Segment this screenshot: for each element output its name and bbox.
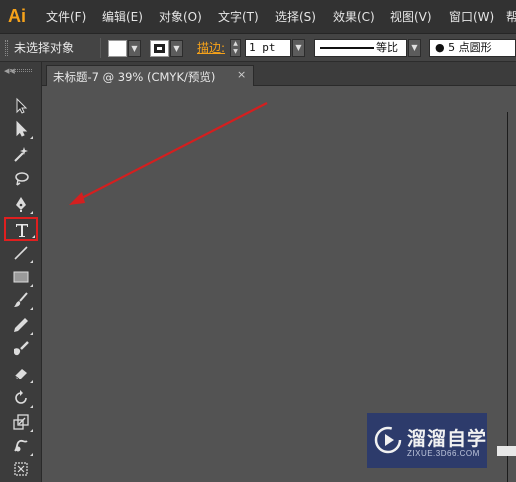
control-bar-grip[interactable] (5, 40, 8, 56)
app-logo: Ai (8, 6, 26, 26)
play-logo-icon (374, 426, 402, 454)
line-segment-tool[interactable] (8, 242, 34, 264)
stroke-profile-label: 等比 (376, 41, 398, 54)
tools-panel-grip[interactable] (10, 69, 32, 72)
scale-tool[interactable] (8, 411, 34, 433)
stroke-label[interactable]: 描边: (197, 39, 225, 56)
more-tools-indicator (30, 211, 33, 214)
selection-status: 未选择对象 (14, 41, 75, 55)
more-tools-indicator (30, 307, 33, 310)
stroke-color-swatch[interactable] (150, 40, 169, 57)
more-tools-indicator (30, 332, 33, 335)
rotate-tool-icon (15, 390, 27, 404)
more-tools-indicator (30, 405, 33, 408)
more-tools-indicator (30, 380, 33, 383)
magic-wand-tool[interactable] (8, 143, 34, 165)
pencil-tool[interactable] (8, 314, 34, 336)
scrollbar-fragment[interactable] (497, 446, 516, 456)
more-tools-indicator (30, 284, 33, 287)
eraser-tool[interactable] (8, 362, 34, 384)
divider (100, 38, 101, 58)
magic-wand-tool-icon (14, 147, 28, 162)
blob-brush-tool[interactable] (8, 338, 34, 360)
document-tab-label: 未标题-7 @ 39% (CMYK/预览) (53, 70, 216, 84)
blob-brush-tool-icon (14, 341, 29, 356)
stroke-dropdown-icon[interactable]: ▼ (170, 40, 183, 57)
stroke-profile-select[interactable]: 等比 (314, 39, 407, 57)
menu-effect[interactable]: 效果(C) (333, 8, 375, 26)
stroke-profile-dropdown-icon[interactable]: ▼ (408, 39, 421, 57)
menu-view[interactable]: 视图(V) (390, 8, 432, 26)
eraser-tool-icon (14, 369, 27, 380)
paintbrush-tool-icon (14, 292, 28, 307)
direct-selection-tool-icon (16, 120, 28, 137)
menu-help[interactable]: 帮 (506, 8, 516, 26)
more-tools-indicator (30, 453, 33, 456)
fill-color-swatch[interactable] (108, 40, 127, 57)
warp-tool[interactable] (8, 435, 34, 457)
watermark: 溜溜自学 ZIXUE.3D66.COM (367, 413, 487, 468)
menu-object[interactable]: 对象(O) (159, 8, 202, 26)
annotation-arrow-icon (69, 102, 268, 205)
direct-selection-tool[interactable] (8, 118, 34, 140)
more-tools-indicator (30, 260, 33, 263)
pen-tool-icon (16, 197, 26, 212)
scale-tool-icon (13, 414, 29, 430)
rectangle-tool[interactable] (8, 266, 34, 288)
menu-bar: Ai 文件(F) 编辑(E) 对象(O) 文字(T) 选择(S) 效果(C) 视… (0, 0, 516, 34)
more-tools-indicator (30, 429, 33, 432)
pen-tool[interactable] (8, 193, 34, 215)
rectangle-tool-icon (13, 271, 29, 283)
selection-tool[interactable] (8, 95, 34, 117)
watermark-url: ZIXUE.3D66.COM (407, 449, 480, 458)
menu-file[interactable]: 文件(F) (46, 8, 86, 26)
more-tools-indicator (30, 136, 33, 139)
menu-edit[interactable]: 编辑(E) (102, 8, 143, 26)
menu-type[interactable]: 文字(T) (218, 8, 259, 26)
lasso-tool-icon (15, 172, 29, 186)
free-transform-tool[interactable] (8, 458, 34, 480)
paintbrush-tool[interactable] (8, 289, 34, 311)
stroke-weight-field[interactable]: 1 pt (245, 39, 291, 57)
watermark-name: 溜溜自学 (407, 428, 488, 450)
pencil-tool-icon (14, 318, 28, 332)
stroke-profile-line-icon (320, 47, 374, 49)
document-tab[interactable]: 未标题-7 @ 39% (CMYK/预览) × (46, 65, 254, 86)
menu-window[interactable]: 窗口(W) (449, 8, 494, 26)
document-tab-bar: 未标题-7 @ 39% (CMYK/预览) × (42, 62, 516, 86)
close-icon[interactable]: × (237, 68, 246, 81)
artboard-edge (507, 112, 516, 482)
line-segment-tool-icon (14, 246, 28, 260)
fill-dropdown-icon[interactable]: ▼ (128, 40, 141, 57)
brush-definition-select[interactable]: ● 5 点圆形 (429, 39, 516, 57)
rotate-tool[interactable] (8, 387, 34, 409)
type-tool[interactable] (4, 217, 38, 241)
menu-select[interactable]: 选择(S) (275, 8, 316, 26)
more-tools-indicator (32, 235, 35, 238)
free-transform-tool-icon (14, 462, 28, 476)
type-tool-icon (16, 224, 28, 237)
lasso-tool[interactable] (8, 168, 34, 190)
selection-tool-icon (16, 97, 28, 114)
warp-tool-icon (14, 439, 28, 452)
stroke-weight-spinner-icon[interactable]: ▲ ▼ (230, 39, 241, 57)
stroke-weight-dropdown-icon[interactable]: ▼ (292, 39, 305, 57)
